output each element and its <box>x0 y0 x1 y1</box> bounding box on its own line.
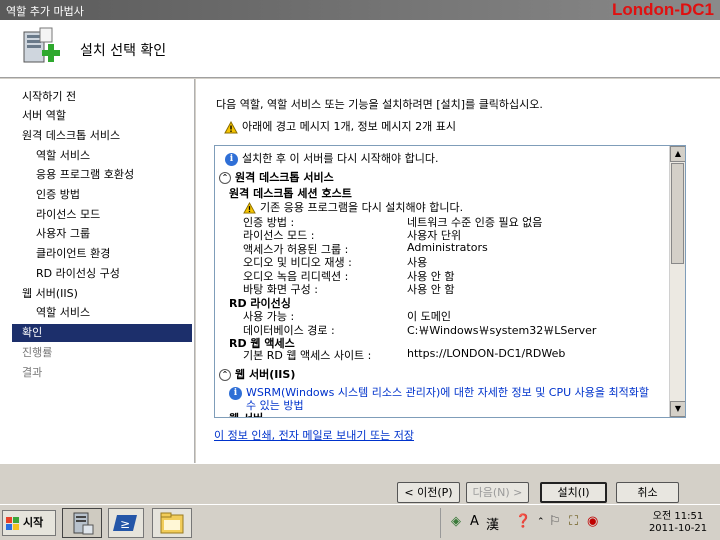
step-rds-role-services[interactable]: 역할 서비스 <box>12 147 192 165</box>
iis-section-header[interactable]: ⌃ 웹 서버(IIS) <box>219 366 295 382</box>
system-tray: ◈ A 漢 ❓ ⌃ ⚐ ⛶ ◉ 오전 11:51 2011-10-21 <box>440 508 718 538</box>
powershell-task-button[interactable]: ≥ <box>108 508 144 538</box>
ime-mode-a[interactable]: A <box>470 514 479 529</box>
step-client-experience[interactable]: 클라이언트 환경 <box>12 245 192 263</box>
detail-value: C:￦Windows￦system32￦LServer <box>407 324 597 337</box>
server-add-role-icon <box>23 27 60 63</box>
cancel-button[interactable]: 취소 <box>616 482 679 503</box>
step-authentication-method[interactable]: 인증 방법 <box>12 186 192 204</box>
step-web-server-iis[interactable]: 웹 서버(IIS) <box>12 285 192 303</box>
iis-section-title: 웹 서버(IIS) <box>235 368 296 381</box>
step-before-you-begin[interactable]: 시작하기 전 <box>12 88 192 106</box>
window-title-bar[interactable]: 역할 추가 마법사 London-DC1 <box>0 0 720 20</box>
detail-value: https://LONDON-DC1/RDWeb <box>407 347 566 360</box>
confirmation-content: 다음 역할, 역할 서비스 또는 기능을 설치하려면 [설치]를 클릭하십시오.… <box>196 79 720 463</box>
scroll-thumb[interactable] <box>671 163 684 264</box>
volume-muted-icon[interactable]: ◉ <box>587 514 598 529</box>
taskbar: 시작 ≥ ◈ A 漢 ❓ ⌃ ⚐ ⛶ ◉ 오전 11:51 2011-10-21 <box>0 504 720 540</box>
clock-time: 오전 11:51 <box>652 511 704 522</box>
warning-summary: 아래에 경고 메시지 1개, 정보 메시지 2개 표시 <box>224 118 456 134</box>
details-scrollbar[interactable]: ▲ ▼ <box>669 146 685 417</box>
install-button[interactable]: 설치(I) <box>540 482 607 503</box>
wsrm-info-link-text[interactable]: WSRM(Windows 시스템 리소스 관리자)에 대한 자세한 정보 및 C… <box>246 386 649 399</box>
detail-value: 사용 안 함 <box>407 283 455 296</box>
language-bar-icon[interactable]: ◈ <box>451 514 461 529</box>
wizard-header: 설치 선택 확인 <box>0 20 720 78</box>
server-manager-icon <box>73 512 94 535</box>
rdsh-warning: 기존 응용 프로그램을 다시 설치해야 합니다. <box>243 199 463 215</box>
info-icon: i <box>225 152 238 166</box>
detail-value: Administrators <box>407 241 488 254</box>
clock-date: 2011-10-21 <box>648 523 708 534</box>
svg-text:≥: ≥ <box>120 517 130 531</box>
collapse-chevron-icon[interactable]: ⌃ <box>219 369 231 381</box>
step-app-compatibility[interactable]: 응용 프로그램 호환성 <box>12 166 192 184</box>
rdsh-warning-text: 기존 응용 프로그램을 다시 설치해야 합니다. <box>260 201 464 214</box>
restart-notice: i 설치한 후 이 서버를 다시 시작해야 합니다. <box>225 150 439 166</box>
step-iis-role-services[interactable]: 역할 서비스 <box>12 304 192 322</box>
powershell-icon: ≥ <box>113 515 137 531</box>
wizard-steps-sidebar: 시작하기 전 서버 역할 원격 데스크톱 서비스 역할 서비스 응용 프로그램 … <box>0 79 195 463</box>
folder-icon <box>160 512 184 534</box>
windows-flag-icon <box>6 517 19 530</box>
step-licensing-mode[interactable]: 라이선스 모드 <box>12 206 192 224</box>
info-icon: i <box>229 386 242 400</box>
restart-notice-text: 설치한 후 이 서버를 다시 시작해야 합니다. <box>242 152 439 165</box>
scroll-down-arrow-icon[interactable]: ▼ <box>670 401 685 417</box>
step-server-roles[interactable]: 서버 역할 <box>12 107 192 125</box>
explorer-task-button[interactable] <box>152 508 192 538</box>
window-title: 역할 추가 마법사 <box>6 5 84 18</box>
hostname-label: London-DC1 <box>612 0 714 19</box>
next-button[interactable]: 다음(N) > <box>466 482 529 503</box>
intro-text: 다음 역할, 역할 서비스 또는 기능을 설치하려면 [설치]를 클릭하십시오. <box>216 98 543 111</box>
print-email-save-link[interactable]: 이 정보 인쇄, 전자 메일로 보내기 또는 저장 <box>214 427 414 443</box>
step-rd-licensing-config[interactable]: RD 라이선싱 구성 <box>12 265 192 283</box>
warning-icon <box>243 201 256 214</box>
tray-chevron-icon[interactable]: ⌃ <box>537 517 545 527</box>
warning-icon <box>224 120 238 133</box>
web-server-heading: 웹 서버 <box>229 410 263 417</box>
wizard-button-bar: < 이전(P) 다음(N) > 설치(I) 취소 <box>0 463 720 503</box>
ime-hanja-icon[interactable]: 漢 <box>486 514 499 533</box>
server-manager-task-button[interactable] <box>62 508 102 538</box>
network-icon[interactable]: ⛶ <box>569 514 578 529</box>
collapse-chevron-icon[interactable]: ⌃ <box>219 172 231 184</box>
action-center-flag-icon[interactable]: ⚐ <box>549 514 561 529</box>
start-label: 시작 <box>23 516 44 529</box>
confirmation-details-panel[interactable]: i 설치한 후 이 서버를 다시 시작해야 합니다. ⌃ 원격 데스크톱 서비스 원… <box>214 145 686 418</box>
page-title: 설치 선택 확인 <box>80 43 167 59</box>
help-icon[interactable]: ❓ <box>515 514 531 529</box>
detail-label: 기본 RD 웹 액세스 사이트 : <box>243 349 372 362</box>
previous-button[interactable]: < 이전(P) <box>397 482 460 503</box>
tray-clock[interactable]: 오전 11:51 2011-10-21 <box>642 511 714 535</box>
warning-summary-text: 아래에 경고 메시지 1개, 정보 메시지 2개 표시 <box>242 120 457 133</box>
step-confirmation[interactable]: 확인 <box>12 324 192 342</box>
step-progress: 진행률 <box>22 346 53 359</box>
step-remote-desktop-services[interactable]: 원격 데스크톱 서비스 <box>12 127 192 145</box>
step-results: 결과 <box>22 366 43 379</box>
scroll-up-arrow-icon[interactable]: ▲ <box>670 146 685 162</box>
rds-section-header[interactable]: ⌃ 원격 데스크톱 서비스 <box>219 169 334 185</box>
step-user-groups[interactable]: 사용자 그룹 <box>12 225 192 243</box>
start-button[interactable]: 시작 <box>2 510 56 536</box>
rds-section-title: 원격 데스크톱 서비스 <box>235 171 334 184</box>
